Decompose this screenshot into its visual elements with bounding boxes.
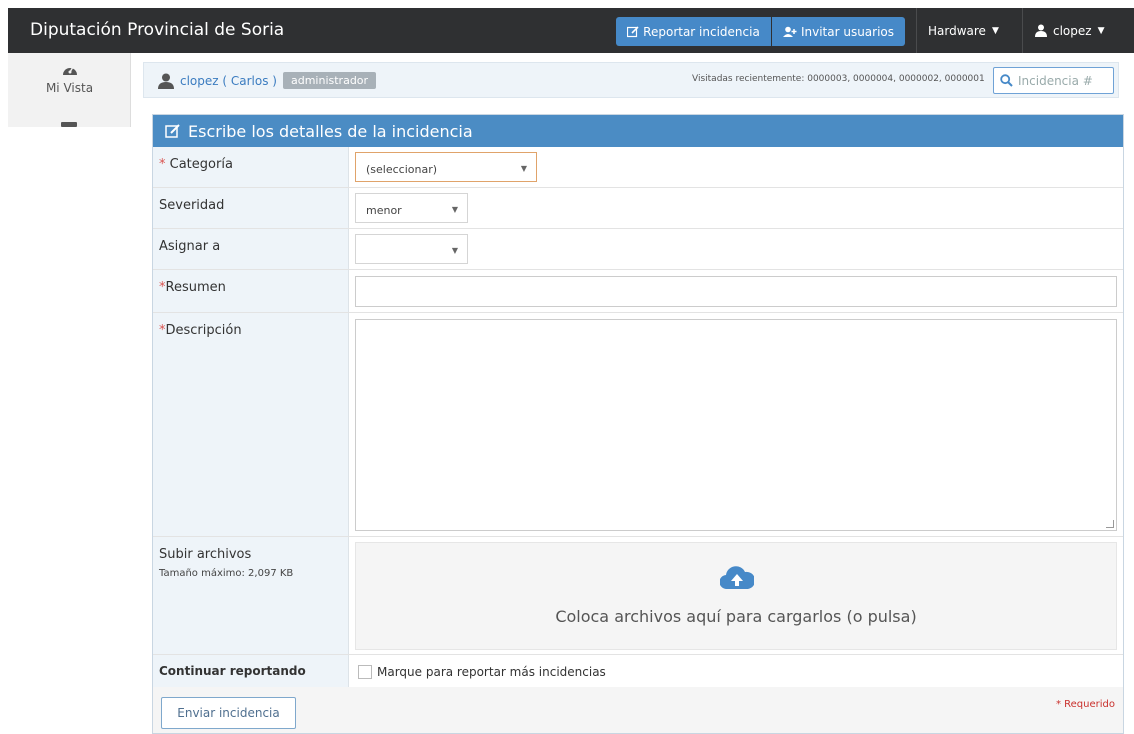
continue-checkbox-label[interactable]: Marque para reportar más incidencias <box>377 665 606 679</box>
severity-row: Severidad menor ▼ <box>153 188 1123 229</box>
dashboard-icon <box>62 66 77 75</box>
invite-users-label: Invitar usuarios <box>800 24 895 39</box>
cloud-upload-icon <box>720 566 754 590</box>
summary-label: *Resumen <box>153 270 349 312</box>
user-label: clopez <box>1053 23 1092 38</box>
search-input[interactable] <box>1018 73 1108 88</box>
project-label: Hardware <box>928 23 986 38</box>
dropzone-text: Coloca archivos aquí para cargarlos (o p… <box>555 607 917 626</box>
submit-issue-button[interactable]: Enviar incidencia <box>161 697 296 729</box>
severity-label: Severidad <box>153 188 349 228</box>
form-header: Escribe los detalles de la incidencia <box>153 115 1123 147</box>
breadcrumb-user: clopez ( Carlos ) administrador <box>158 72 377 89</box>
summary-row: *Resumen <box>153 270 1123 313</box>
recently-visited[interactable]: Visitadas recientemente: 0000003, 000000… <box>692 74 985 84</box>
upload-label: Subir archivos Tamaño máximo: 2,097 KB <box>153 537 349 654</box>
upload-max-size: Tamaño máximo: 2,097 KB <box>159 568 294 579</box>
required-mark: * <box>159 157 166 172</box>
resize-handle[interactable] <box>1106 520 1114 528</box>
summary-label-text: Resumen <box>165 280 226 295</box>
severity-select-value: menor <box>366 204 402 217</box>
continue-row: Continuar reportando Marque para reporta… <box>153 655 1123 687</box>
chevron-down-icon: ▼ <box>1097 25 1105 36</box>
user-icon <box>158 73 174 89</box>
form-footer: Enviar incidencia * Requerido <box>153 687 1123 733</box>
chevron-down-icon: ▼ <box>520 164 527 173</box>
issue-search[interactable] <box>993 67 1114 94</box>
sidebar-item-label: Mi Vista <box>45 81 94 95</box>
brand-title[interactable]: Diputación Provincial de Soria <box>30 20 284 40</box>
category-select-value: (seleccionar) <box>366 163 438 176</box>
chevron-down-icon: ▼ <box>451 246 458 255</box>
assign-row: Asignar a ▼ <box>153 229 1123 270</box>
add-user-icon <box>782 26 797 37</box>
role-badge: administrador <box>282 72 377 89</box>
invite-users-button[interactable]: Invitar usuarios <box>772 17 905 46</box>
sidebar: Mi Vista <box>8 53 131 127</box>
file-dropzone[interactable]: Coloca archivos aquí para cargarlos (o p… <box>355 542 1117 650</box>
navbar-divider <box>916 8 917 53</box>
project-dropdown[interactable]: Hardware ▼ <box>928 8 999 53</box>
user-icon <box>1035 24 1047 37</box>
severity-select[interactable]: menor ▼ <box>355 193 468 223</box>
description-label: *Descripción <box>153 313 349 536</box>
breadcrumb: clopez ( Carlos ) administrador Visitada… <box>143 62 1119 98</box>
search-icon <box>1000 74 1013 87</box>
navbar-divider <box>1022 8 1023 53</box>
user-menu-dropdown[interactable]: clopez ▼ <box>1035 8 1105 53</box>
assign-label: Asignar a <box>153 229 349 269</box>
user-profile-link[interactable]: clopez ( Carlos ) <box>180 74 277 88</box>
report-issue-label: Reportar incidencia <box>643 24 760 39</box>
edit-icon <box>627 25 639 37</box>
description-label-text: Descripción <box>165 323 242 338</box>
category-label-text: Categoría <box>169 157 233 172</box>
upload-row: Subir archivos Tamaño máximo: 2,097 KB C… <box>153 537 1123 655</box>
sidebar-item-icon[interactable] <box>61 122 77 127</box>
form-title: Escribe los detalles de la incidencia <box>188 121 473 141</box>
sidebar-item-mi-vista[interactable]: Mi Vista <box>8 63 131 95</box>
description-row: *Descripción <box>153 313 1123 537</box>
report-issue-form: Escribe los detalles de la incidencia * … <box>152 114 1124 734</box>
continue-label: Continuar reportando <box>153 655 349 687</box>
continue-reporting-checkbox[interactable] <box>358 665 372 679</box>
required-note: * Requerido <box>1055 699 1115 710</box>
assign-select[interactable]: ▼ <box>355 234 468 264</box>
top-navbar: Diputación Provincial de Soria Reportar … <box>8 8 1134 53</box>
edit-icon <box>165 123 180 138</box>
description-textarea[interactable] <box>355 319 1117 531</box>
chevron-down-icon: ▼ <box>991 25 999 36</box>
upload-label-text: Subir archivos <box>159 547 252 562</box>
chevron-down-icon: ▼ <box>451 205 458 214</box>
category-label: * Categoría <box>153 147 349 187</box>
category-select[interactable]: (seleccionar) ▼ <box>355 152 537 182</box>
summary-input[interactable] <box>355 276 1117 307</box>
report-issue-button[interactable]: Reportar incidencia <box>616 17 771 46</box>
category-row: * Categoría (seleccionar) ▼ <box>153 147 1123 188</box>
